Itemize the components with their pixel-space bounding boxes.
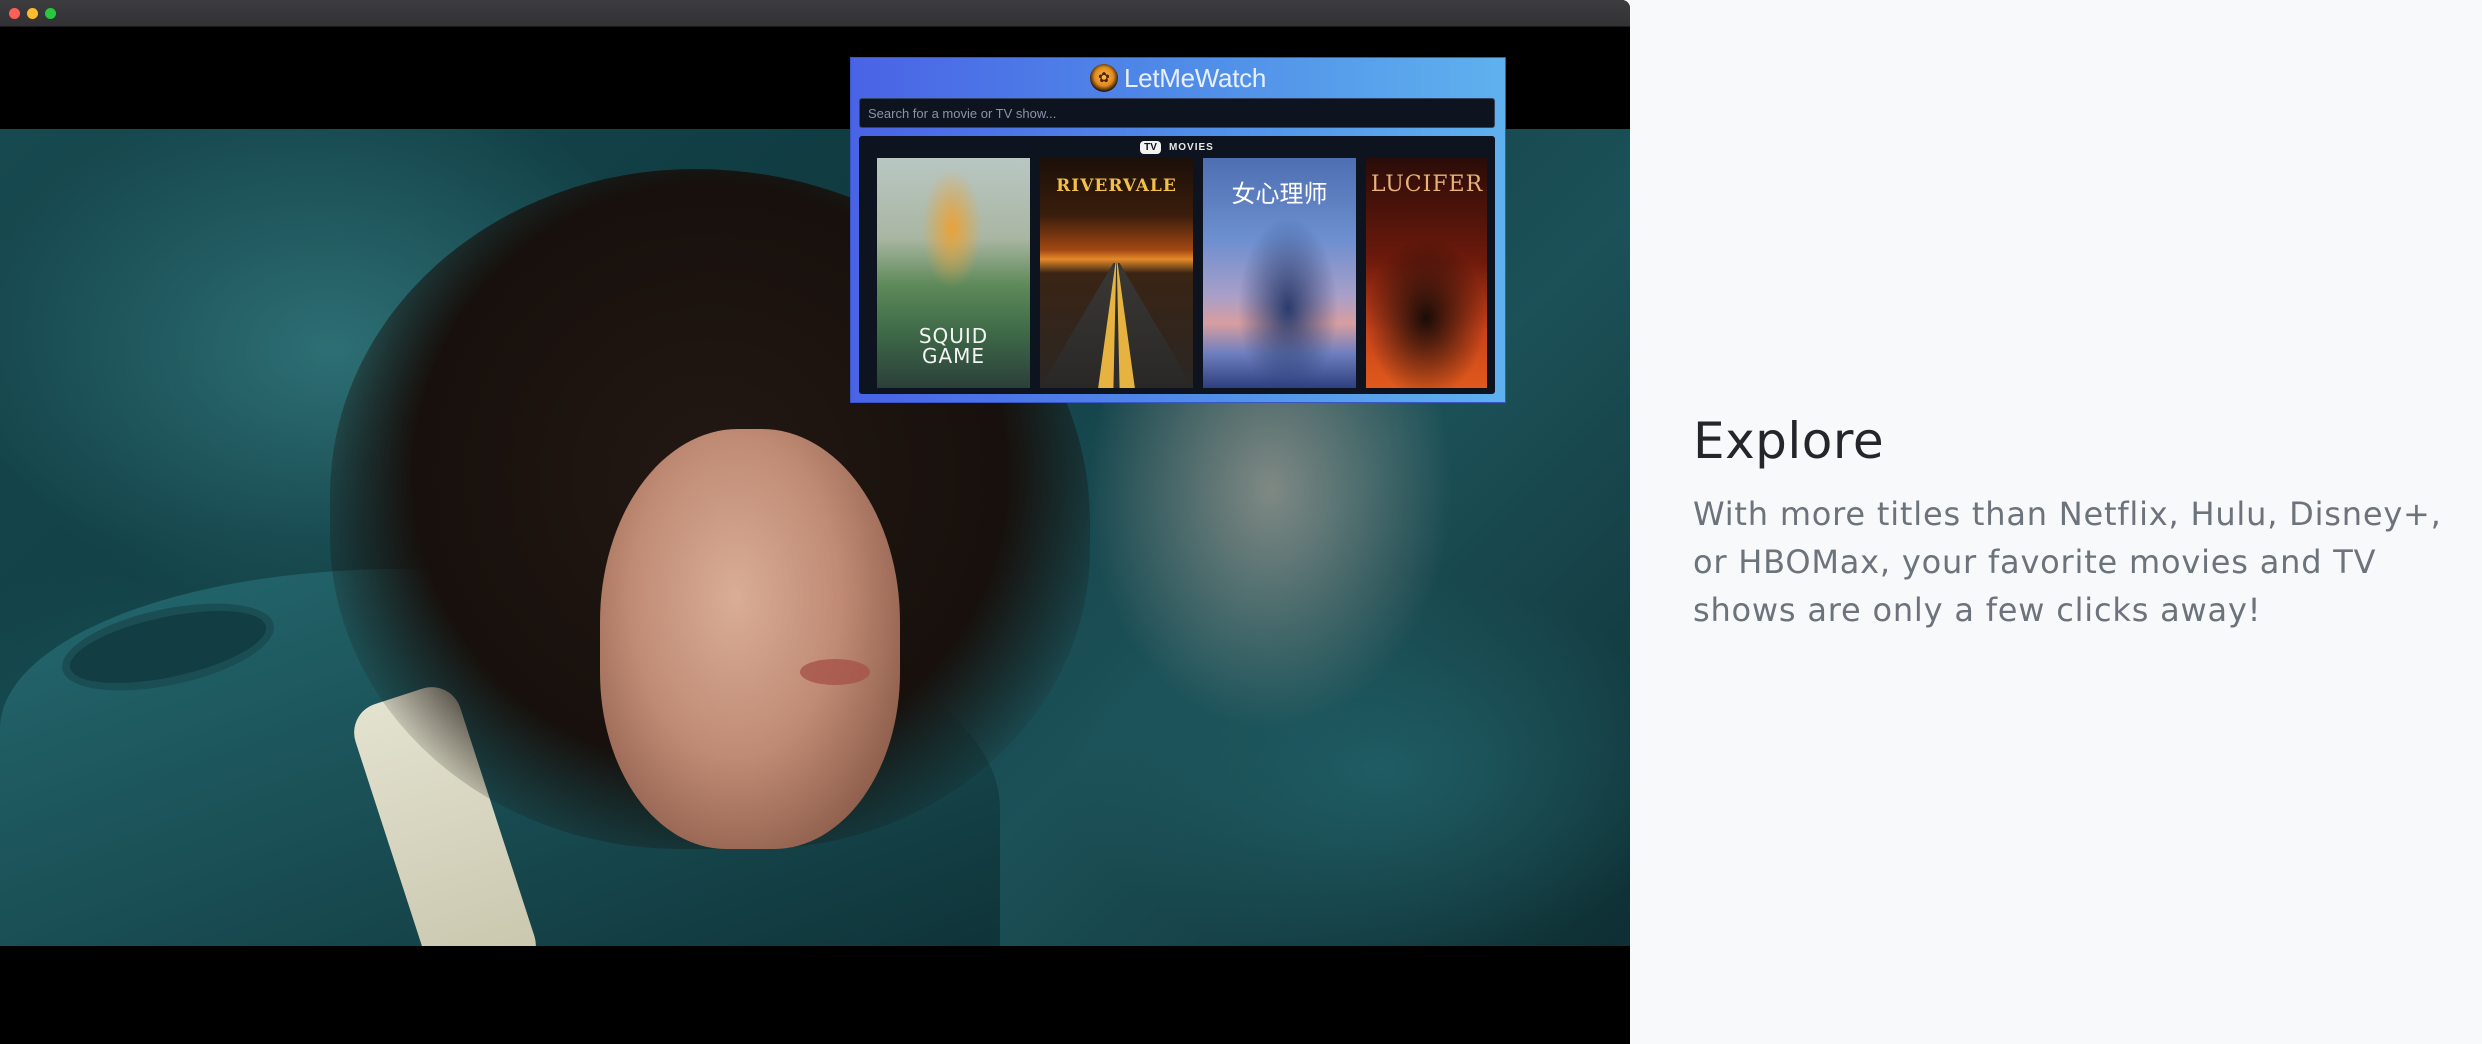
media-type-toggle: TV MOVIES [859,139,1495,155]
tab-movies[interactable]: MOVIES [1169,142,1214,153]
minimize-window-button[interactable] [27,8,38,19]
popup-header: ✿ LetMeWatch [851,60,1505,96]
poster-title-line: GAME [921,344,986,368]
window-titlebar [0,0,1630,27]
background-figure-face [600,429,900,849]
tab-tv[interactable]: TV [1140,140,1161,154]
search-input[interactable] [859,98,1495,128]
poster-rivervale[interactable]: RIVERVALE [1040,158,1193,388]
feature-heading: Explore [1693,412,1885,470]
app-window: ✿ LetMeWatch TV MOVIES SQUID GAME [0,0,1630,1044]
poster-title: LUCIFER [1370,172,1484,197]
poster-title: SQUID GAME [877,326,1030,366]
app-title: LetMeWatch [1124,62,1266,93]
poster-title: RIVERVALE [1056,176,1177,196]
letmewatch-popup: ✿ LetMeWatch TV MOVIES SQUID GAME [850,57,1506,403]
popcorn-icon: ✿ [1090,64,1118,92]
results-panel: TV MOVIES SQUID GAME RIVERVALE 女心理师 LUCI… [859,136,1495,394]
poster-female-psychologist[interactable]: 女心理师 [1203,158,1356,388]
poster-title: 女心理师 [1231,180,1328,208]
close-window-button[interactable] [9,8,20,19]
poster-lucifer[interactable]: LUCIFER [1366,158,1487,388]
poster-carousel[interactable]: SQUID GAME RIVERVALE 女心理师 LUCIFER [877,158,1487,388]
feature-description: With more titles than Netflix, Hulu, Dis… [1693,495,2442,629]
background-figure-detail [800,659,870,685]
poster-squid-game[interactable]: SQUID GAME [877,158,1030,388]
maximize-window-button[interactable] [45,8,56,19]
